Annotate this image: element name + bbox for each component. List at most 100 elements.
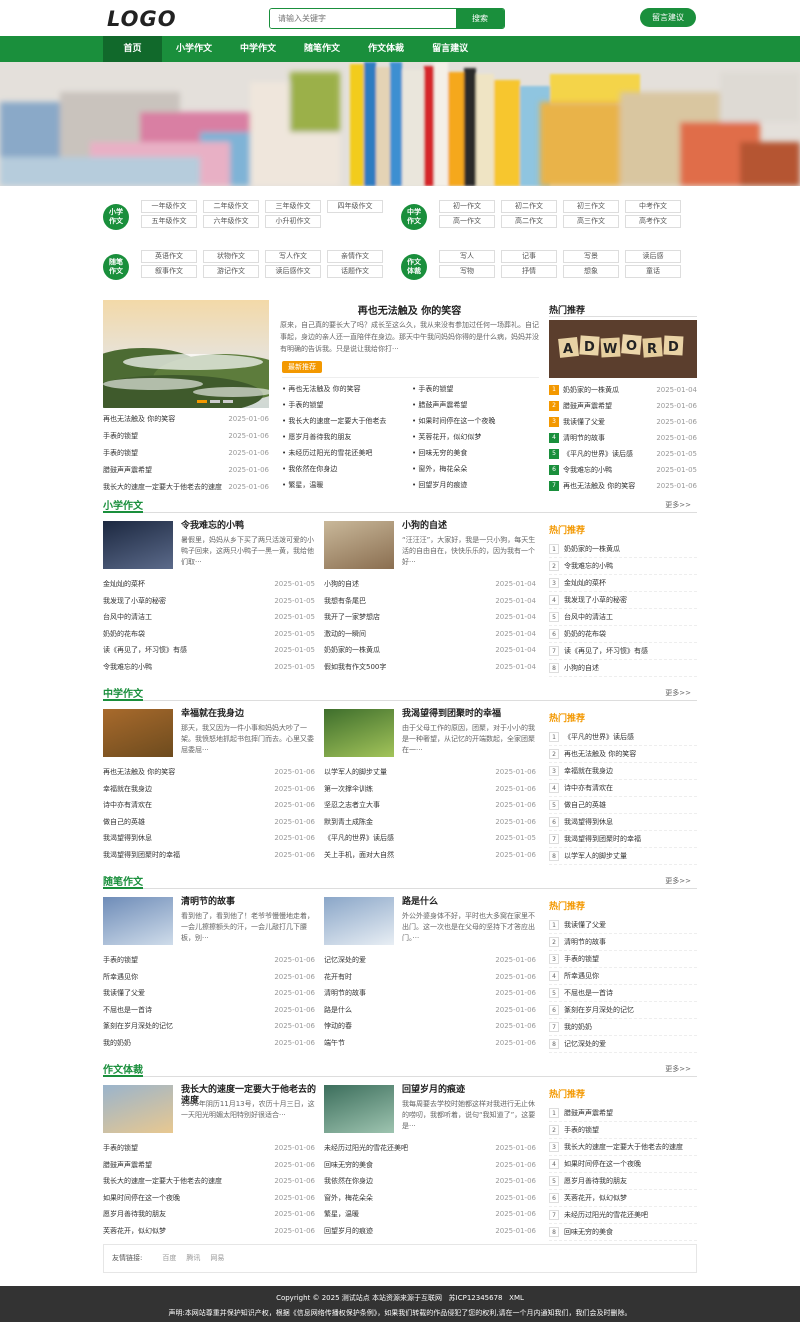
category-tag[interactable]: 四年级作文 [327, 200, 383, 213]
category-badge[interactable]: 中学 作文 [401, 204, 427, 230]
list-item-title[interactable]: 幸福就在我身边 [103, 781, 152, 797]
category-tag[interactable]: 中考作文 [625, 200, 681, 213]
hot-item[interactable]: 2 再也无法触及 你的笑容 [549, 746, 697, 763]
list-item-title[interactable]: 台风中的清洁工 [103, 609, 152, 625]
category-tag[interactable]: 初二作文 [501, 200, 557, 213]
list-item-title[interactable]: 激动的一瞬间 [324, 626, 366, 642]
featured-article[interactable]: 小狗的自述 “汪汪汪”，大家好，我是一只小狗，每天生活的自由自在，快快乐乐的，因为… [324, 521, 536, 571]
article-title[interactable]: 幸福就在我身边 [181, 709, 316, 720]
hot-item[interactable]: 8 记忆深处的爱 [549, 1036, 697, 1053]
hot-item[interactable]: 1 腊鼓声声震希望 [549, 1105, 697, 1122]
list-item[interactable]: 手表的锁望 2025-01-06 [103, 952, 315, 968]
headline-title[interactable]: 再也无法触及 你的笑容 [280, 302, 539, 317]
hot-item-title[interactable]: 奶奶的花布袋 [564, 626, 606, 643]
article-thumbnail[interactable] [103, 1085, 173, 1133]
list-item-title[interactable]: 愿岁月善待我的朋友 [103, 1206, 166, 1222]
list-item[interactable]: 我的奶奶 2025-01-06 [103, 1035, 315, 1051]
hot-item-title[interactable]: 我长大的速度一定要大于他老去的速度 [564, 1139, 683, 1156]
hot-item-title[interactable]: 台风中的清洁工 [564, 609, 613, 626]
hot-item-title[interactable]: 回味无穷的美食 [564, 1224, 613, 1241]
list-item[interactable]: • 我长大的速度一定要大于他老去 [282, 413, 407, 429]
hot-item-title[interactable]: 愿岁月善待我的朋友 [564, 1173, 627, 1190]
category-tag[interactable]: 高三作文 [563, 215, 619, 228]
hot-item[interactable]: 1 奶奶家的一株黄瓜 2025-01-04 [549, 382, 697, 398]
category-tag[interactable]: 英语作文 [141, 250, 197, 263]
list-item-title[interactable]: 再也无法触及 你的笑容 [103, 764, 175, 780]
category-tag[interactable]: 记事 [501, 250, 557, 263]
category-tag[interactable]: 高一作文 [439, 215, 495, 228]
list-item[interactable]: 奶奶家的一株黄瓜 2025-01-04 [324, 642, 536, 658]
footer-xml[interactable]: XML [509, 1294, 524, 1302]
hot-item[interactable]: 2 清明节的故事 [549, 934, 697, 951]
list-item[interactable]: • 手表的锁望 [282, 397, 407, 413]
list-item-title[interactable]: 小狗的自述 [324, 576, 359, 592]
list-item-title[interactable]: 假如我有作文500字 [324, 659, 386, 675]
hot-item-title[interactable]: 幸福就在我身边 [564, 763, 613, 780]
featured-article[interactable]: 我渴望得到团聚时的幸福 由于父母工作的原因，团聚，对于小小的我是一种奢望，从记忆的… [324, 709, 536, 759]
hot-item[interactable]: 7 读《再见了，坏习惯》有感 [549, 643, 697, 660]
list-item[interactable]: 如果时间停在这一个夜晚 2025-01-06 [103, 1190, 315, 1206]
hot-item-title[interactable]: 记忆深处的爱 [564, 1036, 606, 1053]
hot-item-title[interactable]: 以学军人的脚步丈量 [564, 848, 627, 865]
list-item-title[interactable]: 手表的锁望 [103, 1140, 138, 1156]
list-item-title[interactable]: 窗外，梅花朵朵 [324, 1190, 373, 1206]
category-tag[interactable]: 高考作文 [625, 215, 681, 228]
list-item[interactable]: 手表的锁望 2025-01-06 [103, 445, 269, 462]
category-badge[interactable]: 作文 体裁 [401, 254, 427, 280]
article-title[interactable]: 小狗的自述 [402, 521, 537, 532]
hot-item-title[interactable]: 我渴望得到团聚时的幸福 [564, 831, 641, 848]
list-item[interactable]: 以学军人的脚步丈量 2025-01-06 [324, 764, 536, 780]
list-item[interactable]: 不屈也是一首诗 2025-01-06 [103, 1002, 315, 1018]
list-item[interactable]: 手表的锁望 2025-01-06 [103, 428, 269, 445]
category-tag[interactable]: 写物 [439, 265, 495, 278]
hot-item-title[interactable]: 手表的锁望 [564, 951, 599, 968]
more-link[interactable]: 更多>> [665, 500, 691, 510]
hot-item[interactable]: 3 金灿灿的菜杯 [549, 575, 697, 592]
list-item-title[interactable]: 所幸遇见你 [103, 969, 138, 985]
nav-item-0[interactable]: 首页 [103, 36, 162, 62]
hot-item[interactable]: 6 我渴望得到休息 [549, 814, 697, 831]
list-item[interactable]: 我开了一家梦想店 2025-01-04 [324, 609, 536, 625]
hot-item[interactable]: 4 我发现了小草的秘密 [549, 592, 697, 609]
list-item[interactable]: 回味无穷的美食 2025-01-06 [324, 1157, 536, 1173]
featured-article[interactable]: 令我难忘的小鸭 暑假里，妈妈从乡下买了两只活泼可爱的小鸭子回来，这两只小鸭子一黑一… [103, 521, 315, 571]
category-tag[interactable]: 五年级作文 [141, 215, 197, 228]
list-item-title[interactable]: 坚忍之志者立大事 [324, 797, 380, 813]
hot-item[interactable]: 1 《平凡的世界》读后感 [549, 729, 697, 746]
more-link[interactable]: 更多>> [665, 688, 691, 698]
category-tag[interactable]: 写景 [563, 250, 619, 263]
category-tag[interactable]: 一年级作文 [141, 200, 197, 213]
list-item-title[interactable]: 篆刻在岁月深处的记忆 [103, 1018, 173, 1034]
article-thumbnail[interactable] [324, 897, 394, 945]
list-item[interactable]: 腊鼓声声震希望 2025-01-06 [103, 1157, 315, 1173]
list-item[interactable]: 读《再见了，坏习惯》有感 2025-01-05 [103, 642, 315, 658]
hot-item-title[interactable]: 再也无法触及 你的笑容 [563, 478, 635, 494]
search-button[interactable]: 搜索 [456, 9, 504, 28]
hot-item[interactable]: 8 小狗的自述 [549, 660, 697, 677]
list-item-title[interactable]: 回味无穷的美食 [324, 1157, 373, 1173]
list-item[interactable]: 手表的锁望 2025-01-06 [103, 1140, 315, 1156]
site-logo[interactable]: LOGO [107, 7, 177, 31]
list-item[interactable]: 我想有条尾巴 2025-01-04 [324, 593, 536, 609]
category-tag[interactable]: 叙事作文 [141, 265, 197, 278]
hot-item[interactable]: 7 再也无法触及 你的笑容 2025-01-06 [549, 478, 697, 494]
list-item[interactable]: 我发现了小草的秘密 2025-01-05 [103, 593, 315, 609]
hot-item-title[interactable]: 手表的锁望 [564, 1122, 599, 1139]
list-item-title[interactable]: 手表的锁望 [103, 428, 138, 445]
hot-item-title[interactable]: 我读懂了父爱 [564, 917, 606, 934]
hot-item-title[interactable]: 《平凡的世界》读后感 [563, 446, 633, 462]
list-item-title[interactable]: 我长大的速度一定要大于他老去的速度 [103, 479, 222, 496]
hot-item-title[interactable]: 不屈也是一首诗 [564, 985, 613, 1002]
message-button[interactable]: 留言建议 [640, 8, 696, 27]
hot-item[interactable]: 8 以学军人的脚步丈量 [549, 848, 697, 865]
list-item[interactable]: 我长大的速度一定要大于他老去的速度 2025-01-06 [103, 479, 269, 496]
list-item[interactable]: 我长大的速度一定要大于他老去的速度 2025-01-06 [103, 1173, 315, 1189]
list-item-title[interactable]: 记忆深处的爱 [324, 952, 366, 968]
list-item-title[interactable]: 诗中亦有清欢在 [103, 797, 152, 813]
nav-item-1[interactable]: 小学作文 [162, 36, 226, 62]
hot-item-title[interactable]: 我的奶奶 [564, 1019, 592, 1036]
list-item-title[interactable]: 以学军人的脚步丈量 [324, 764, 387, 780]
hot-item[interactable]: 2 手表的锁望 [549, 1122, 697, 1139]
category-tag[interactable]: 亲情作文 [327, 250, 383, 263]
category-tag[interactable]: 抒情 [501, 265, 557, 278]
